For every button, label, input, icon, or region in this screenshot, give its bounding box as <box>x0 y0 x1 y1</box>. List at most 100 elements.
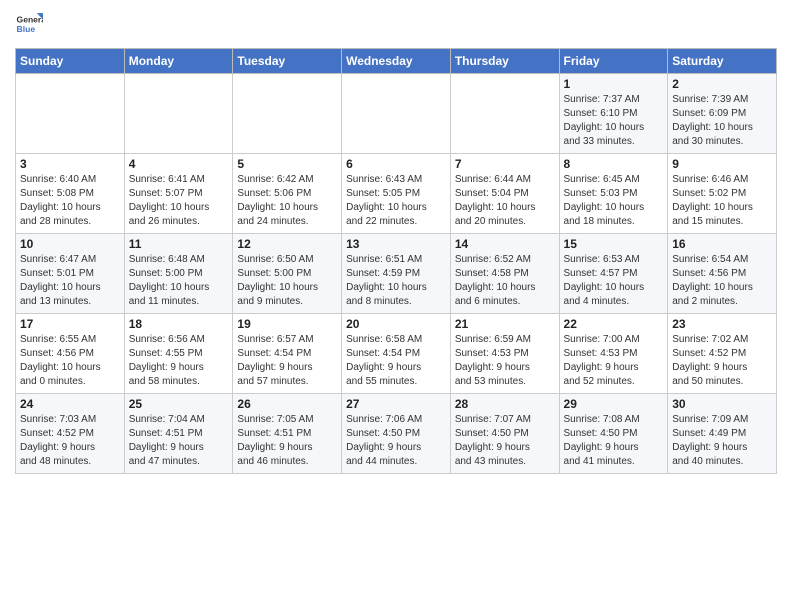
day-cell: 11 Sunrise: 6:48 AMSunset: 5:00 PMDayligh… <box>124 234 233 314</box>
day-cell: 8 Sunrise: 6:45 AMSunset: 5:03 PMDaylight… <box>559 154 668 234</box>
day-header-saturday: Saturday <box>668 49 777 74</box>
week-row-4: 17 Sunrise: 6:55 AMSunset: 4:56 PMDayligh… <box>16 314 777 394</box>
day-info: Sunrise: 6:41 AMSunset: 5:07 PMDaylight:… <box>129 173 229 229</box>
day-number: 27 <box>346 397 446 411</box>
day-number: 25 <box>129 397 229 411</box>
day-cell <box>124 74 233 154</box>
day-cell: 3 Sunrise: 6:40 AMSunset: 5:08 PMDaylight… <box>16 154 125 234</box>
week-row-5: 24 Sunrise: 7:03 AMSunset: 4:52 PMDayligh… <box>16 394 777 474</box>
day-cell: 12Sunrise: 6:50 AMSunset: 5:00 PMDayligh… <box>233 234 342 314</box>
day-number: 14 <box>455 237 555 251</box>
day-info: Sunrise: 6:40 AMSunset: 5:08 PMDaylight:… <box>20 173 120 229</box>
day-cell: 22 Sunrise: 7:00 AMSunset: 4:53 PMDayligh… <box>559 314 668 394</box>
logo-icon: General Blue <box>15 10 43 38</box>
day-number: 15 <box>564 237 664 251</box>
day-cell <box>233 74 342 154</box>
day-info: Sunrise: 7:37 AMSunset: 6:10 PMDaylight:… <box>564 93 664 149</box>
day-cell: 26Sunrise: 7:05 AMSunset: 4:51 PMDayligh… <box>233 394 342 474</box>
day-info: Sunrise: 6:56 AMSunset: 4:55 PMDaylight:… <box>129 333 229 389</box>
day-number: 28 <box>455 397 555 411</box>
day-cell: 10 Sunrise: 6:47 AMSunset: 5:01 PMDayligh… <box>16 234 125 314</box>
day-number: 1 <box>564 77 664 91</box>
day-info: Sunrise: 7:09 AMSunset: 4:49 PMDaylight:… <box>672 413 772 469</box>
day-cell: 18 Sunrise: 6:56 AMSunset: 4:55 PMDayligh… <box>124 314 233 394</box>
day-cell <box>16 74 125 154</box>
day-cell: 16 Sunrise: 6:54 AMSunset: 4:56 PMDayligh… <box>668 234 777 314</box>
day-info: Sunrise: 6:57 AMSunset: 4:54 PMDaylight:… <box>237 333 337 389</box>
day-info: Sunrise: 6:52 AMSunset: 4:58 PMDaylight:… <box>455 253 555 309</box>
day-number: 9 <box>672 157 772 171</box>
day-info: Sunrise: 6:55 AMSunset: 4:56 PMDaylight:… <box>20 333 120 389</box>
day-info: Sunrise: 7:02 AMSunset: 4:52 PMDaylight:… <box>672 333 772 389</box>
day-info: Sunrise: 6:51 AMSunset: 4:59 PMDaylight:… <box>346 253 446 309</box>
logo: General Blue <box>15 10 43 38</box>
calendar: SundayMondayTuesdayWednesdayThursdayFrid… <box>15 48 777 474</box>
day-cell: 1 Sunrise: 7:37 AMSunset: 6:10 PMDaylight… <box>559 74 668 154</box>
day-header-tuesday: Tuesday <box>233 49 342 74</box>
day-number: 10 <box>20 237 120 251</box>
day-info: Sunrise: 6:43 AMSunset: 5:05 PMDaylight:… <box>346 173 446 229</box>
day-header-sunday: Sunday <box>16 49 125 74</box>
page: General Blue SundayMondayTuesdayWednesda… <box>0 0 792 489</box>
day-cell: 28 Sunrise: 7:07 AMSunset: 4:50 PMDayligh… <box>450 394 559 474</box>
day-info: Sunrise: 7:03 AMSunset: 4:52 PMDaylight:… <box>20 413 120 469</box>
day-number: 16 <box>672 237 772 251</box>
day-cell: 7Sunrise: 6:44 AMSunset: 5:04 PMDaylight… <box>450 154 559 234</box>
day-cell: 13Sunrise: 6:51 AMSunset: 4:59 PMDayligh… <box>342 234 451 314</box>
day-info: Sunrise: 6:53 AMSunset: 4:57 PMDaylight:… <box>564 253 664 309</box>
day-number: 2 <box>672 77 772 91</box>
day-number: 26 <box>237 397 337 411</box>
day-number: 22 <box>564 317 664 331</box>
day-info: Sunrise: 6:48 AMSunset: 5:00 PMDaylight:… <box>129 253 229 309</box>
day-cell: 30 Sunrise: 7:09 AMSunset: 4:49 PMDayligh… <box>668 394 777 474</box>
day-number: 21 <box>455 317 555 331</box>
calendar-header-row: SundayMondayTuesdayWednesdayThursdayFrid… <box>16 49 777 74</box>
day-header-friday: Friday <box>559 49 668 74</box>
day-info: Sunrise: 6:47 AMSunset: 5:01 PMDaylight:… <box>20 253 120 309</box>
day-cell: 2Sunrise: 7:39 AMSunset: 6:09 PMDaylight… <box>668 74 777 154</box>
day-cell: 19Sunrise: 6:57 AMSunset: 4:54 PMDayligh… <box>233 314 342 394</box>
day-number: 18 <box>129 317 229 331</box>
day-number: 20 <box>346 317 446 331</box>
day-cell <box>342 74 451 154</box>
day-info: Sunrise: 7:07 AMSunset: 4:50 PMDaylight:… <box>455 413 555 469</box>
svg-text:Blue: Blue <box>17 24 36 34</box>
day-info: Sunrise: 6:54 AMSunset: 4:56 PMDaylight:… <box>672 253 772 309</box>
day-number: 4 <box>129 157 229 171</box>
day-cell: 23 Sunrise: 7:02 AMSunset: 4:52 PMDayligh… <box>668 314 777 394</box>
day-info: Sunrise: 6:46 AMSunset: 5:02 PMDaylight:… <box>672 173 772 229</box>
day-info: Sunrise: 7:00 AMSunset: 4:53 PMDaylight:… <box>564 333 664 389</box>
day-cell: 5Sunrise: 6:42 AMSunset: 5:06 PMDaylight… <box>233 154 342 234</box>
day-number: 24 <box>20 397 120 411</box>
day-info: Sunrise: 7:08 AMSunset: 4:50 PMDaylight:… <box>564 413 664 469</box>
day-number: 7 <box>455 157 555 171</box>
day-cell: 14 Sunrise: 6:52 AMSunset: 4:58 PMDayligh… <box>450 234 559 314</box>
day-info: Sunrise: 7:06 AMSunset: 4:50 PMDaylight:… <box>346 413 446 469</box>
header: General Blue <box>15 10 777 38</box>
svg-text:General: General <box>17 14 43 24</box>
day-number: 11 <box>129 237 229 251</box>
day-info: Sunrise: 6:42 AMSunset: 5:06 PMDaylight:… <box>237 173 337 229</box>
day-header-thursday: Thursday <box>450 49 559 74</box>
week-row-2: 3 Sunrise: 6:40 AMSunset: 5:08 PMDaylight… <box>16 154 777 234</box>
day-number: 8 <box>564 157 664 171</box>
day-number: 30 <box>672 397 772 411</box>
day-cell: 4 Sunrise: 6:41 AMSunset: 5:07 PMDaylight… <box>124 154 233 234</box>
day-info: Sunrise: 7:04 AMSunset: 4:51 PMDaylight:… <box>129 413 229 469</box>
day-number: 6 <box>346 157 446 171</box>
day-number: 12 <box>237 237 337 251</box>
day-cell: 9 Sunrise: 6:46 AMSunset: 5:02 PMDaylight… <box>668 154 777 234</box>
day-cell: 15 Sunrise: 6:53 AMSunset: 4:57 PMDayligh… <box>559 234 668 314</box>
day-number: 23 <box>672 317 772 331</box>
day-cell: 29Sunrise: 7:08 AMSunset: 4:50 PMDayligh… <box>559 394 668 474</box>
day-cell: 21Sunrise: 6:59 AMSunset: 4:53 PMDayligh… <box>450 314 559 394</box>
day-header-monday: Monday <box>124 49 233 74</box>
day-info: Sunrise: 6:45 AMSunset: 5:03 PMDaylight:… <box>564 173 664 229</box>
day-info: Sunrise: 6:58 AMSunset: 4:54 PMDaylight:… <box>346 333 446 389</box>
week-row-3: 10 Sunrise: 6:47 AMSunset: 5:01 PMDayligh… <box>16 234 777 314</box>
day-number: 17 <box>20 317 120 331</box>
day-cell: 17 Sunrise: 6:55 AMSunset: 4:56 PMDayligh… <box>16 314 125 394</box>
day-cell <box>450 74 559 154</box>
day-number: 3 <box>20 157 120 171</box>
week-row-1: 1 Sunrise: 7:37 AMSunset: 6:10 PMDaylight… <box>16 74 777 154</box>
